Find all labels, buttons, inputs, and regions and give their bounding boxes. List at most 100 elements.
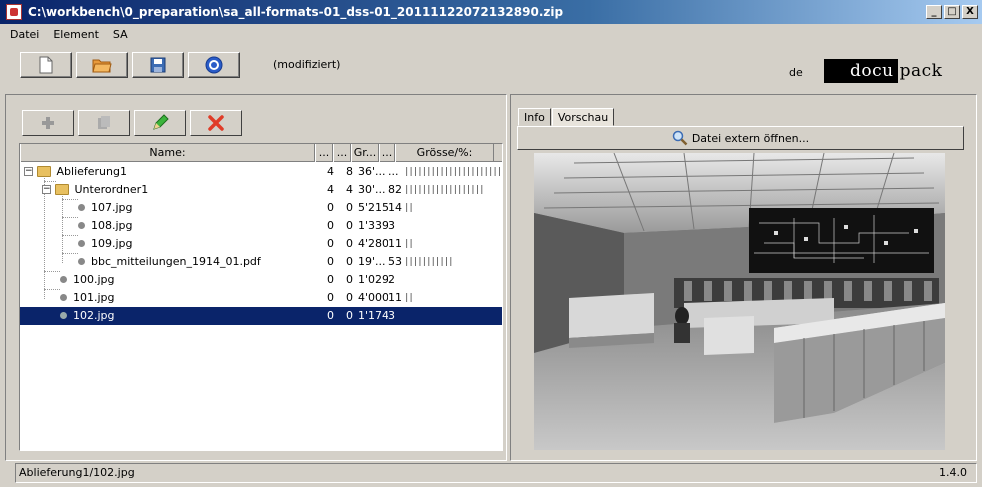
docupack-logo: docu pack	[824, 59, 944, 83]
column-header-name[interactable]: Name:	[20, 144, 315, 162]
language-indicator[interactable]: de	[789, 66, 803, 79]
add-button[interactable]	[22, 110, 74, 136]
table-row[interactable]: 101.jpg 0 0 4'000 11 ||	[20, 289, 502, 307]
file-bullet-icon	[78, 257, 85, 265]
magnifier-icon	[672, 130, 688, 146]
tab-info[interactable]: Info	[518, 108, 551, 126]
table-row[interactable]: 108.jpg 0 0 1'339 3	[20, 217, 502, 235]
tree-cell: 107.jpg	[20, 199, 315, 217]
cell-percent-bar: ||	[404, 239, 414, 249]
close-button[interactable]: X	[962, 5, 978, 19]
open-folder-icon	[92, 59, 112, 73]
tab-vorschau[interactable]: Vorschau	[551, 108, 615, 126]
status-bar: Ablieferung1/102.jpg	[15, 463, 977, 483]
java-app-icon	[6, 4, 22, 20]
cell-col1: 0	[327, 201, 334, 214]
menu-bar: Datei Element SA	[0, 24, 982, 44]
menu-datei[interactable]: Datei	[10, 28, 39, 41]
minimize-button[interactable]: _	[926, 5, 942, 19]
main-toolbar: (modifiziert) de docu pack	[0, 46, 982, 90]
cell-col2: 0	[346, 219, 353, 232]
column-header-col2[interactable]: ...	[333, 144, 351, 162]
maximize-button[interactable]: □	[944, 5, 960, 19]
table-row[interactable]: 100.jpg 0 0 1'029 2	[20, 271, 502, 289]
version-label: 1.4.0	[939, 466, 967, 479]
collapse-toggle-icon[interactable]: −	[24, 166, 33, 176]
table-row[interactable]: 109.jpg 0 0 4'280 11 ||	[20, 235, 502, 253]
save-button[interactable]	[132, 52, 184, 78]
item-name: bbc_mitteilungen_1914_01.pdf	[91, 255, 261, 268]
logo-light-text: pack	[899, 61, 943, 81]
cell-percent-bar: ||	[404, 293, 414, 303]
column-header-col4[interactable]: ...	[379, 144, 395, 162]
collapse-toggle-icon[interactable]: −	[42, 184, 51, 194]
delete-x-icon	[208, 115, 224, 131]
delete-button[interactable]	[190, 110, 242, 136]
cell-size: 36'...	[358, 165, 386, 178]
cell-percent-bar: |||||||||||	[404, 257, 454, 267]
cell-percent-bar: ||	[404, 203, 414, 213]
file-bullet-icon	[60, 293, 67, 301]
column-header-col1[interactable]: ...	[315, 144, 333, 162]
open-external-label: Datei extern öffnen...	[691, 131, 810, 145]
file-bullet-icon	[60, 275, 67, 283]
copy-button[interactable]	[78, 110, 130, 136]
plus-icon	[42, 117, 54, 129]
modified-status: (modifiziert)	[273, 58, 341, 71]
menu-element[interactable]: Element	[53, 28, 99, 41]
cell-col1: 0	[327, 309, 334, 322]
new-button[interactable]	[20, 52, 72, 78]
pencil-icon	[153, 114, 169, 130]
cell-size: 19'...	[358, 255, 386, 268]
item-name: Unterordner1	[74, 183, 149, 196]
edit-button[interactable]	[134, 110, 186, 136]
tree-cell: 101.jpg	[20, 289, 315, 307]
table-row[interactable]: bbc_mitteilungen_1914_01.pdf 0 0 19'... 53 ||…	[20, 253, 502, 271]
cell-col2: 0	[346, 201, 353, 214]
menu-sa[interactable]: SA	[113, 28, 128, 41]
file-tree-table[interactable]: Name: ... ... Gr... ... Grösse/%: − Abli…	[19, 143, 503, 451]
item-name: 108.jpg	[91, 219, 133, 232]
save-disk-icon	[150, 57, 166, 73]
cell-col2: 0	[346, 237, 353, 250]
table-header: Name: ... ... Gr... ... Grösse/%:	[20, 144, 502, 162]
file-bullet-icon	[60, 311, 67, 319]
file-bullet-icon	[78, 239, 85, 247]
item-name: 100.jpg	[73, 273, 115, 286]
cell-percent-bar: ||||||||||||||||||	[404, 185, 485, 195]
cell-percent-bar	[404, 307, 502, 325]
table-row[interactable]: − Unterordner1 4 4 30'... 82 ||||||||||||||||…	[20, 181, 502, 199]
item-name: 109.jpg	[91, 237, 133, 250]
image-preview	[534, 153, 945, 450]
item-name: 107.jpg	[91, 201, 133, 214]
cell-percent: 53	[388, 255, 402, 268]
cell-percent: 11	[388, 291, 402, 304]
cell-size: 5'215	[358, 201, 388, 214]
cell-percent: 14	[388, 201, 402, 214]
column-header-percent[interactable]: Grösse/%:	[395, 144, 494, 162]
cell-size: 1'029	[358, 273, 388, 286]
cell-size: 4'000	[358, 291, 388, 304]
item-name: 101.jpg	[73, 291, 115, 304]
check-button[interactable]	[188, 52, 240, 78]
file-bullet-icon	[78, 221, 85, 229]
cell-percent-bar	[404, 217, 502, 235]
item-name: Ablieferung1	[56, 165, 127, 178]
table-row[interactable]: 107.jpg 0 0 5'215 14 ||	[20, 199, 502, 217]
cell-percent-bar: ||||||||||||||||||||||	[404, 167, 502, 177]
folder-icon	[36, 165, 51, 177]
target-icon	[205, 56, 223, 74]
window-controls: _ □ X	[926, 5, 978, 19]
tree-cell: 102.jpg	[20, 307, 315, 325]
tree-cell: − Unterordner1	[20, 181, 315, 199]
column-header-size[interactable]: Gr...	[351, 144, 379, 162]
cell-col2: 8	[346, 165, 353, 178]
open-button[interactable]	[76, 52, 128, 78]
table-row[interactable]: 102.jpg 0 0 1'174 3	[20, 307, 502, 325]
cell-col2: 0	[346, 309, 353, 322]
control-room-photo	[534, 153, 945, 450]
open-external-button[interactable]: Datei extern öffnen...	[517, 126, 964, 150]
folder-icon	[54, 183, 69, 195]
tree-cell: 108.jpg	[20, 217, 315, 235]
table-row[interactable]: − Ablieferung1 4 8 36'...... |||||||||||||||…	[20, 163, 502, 181]
